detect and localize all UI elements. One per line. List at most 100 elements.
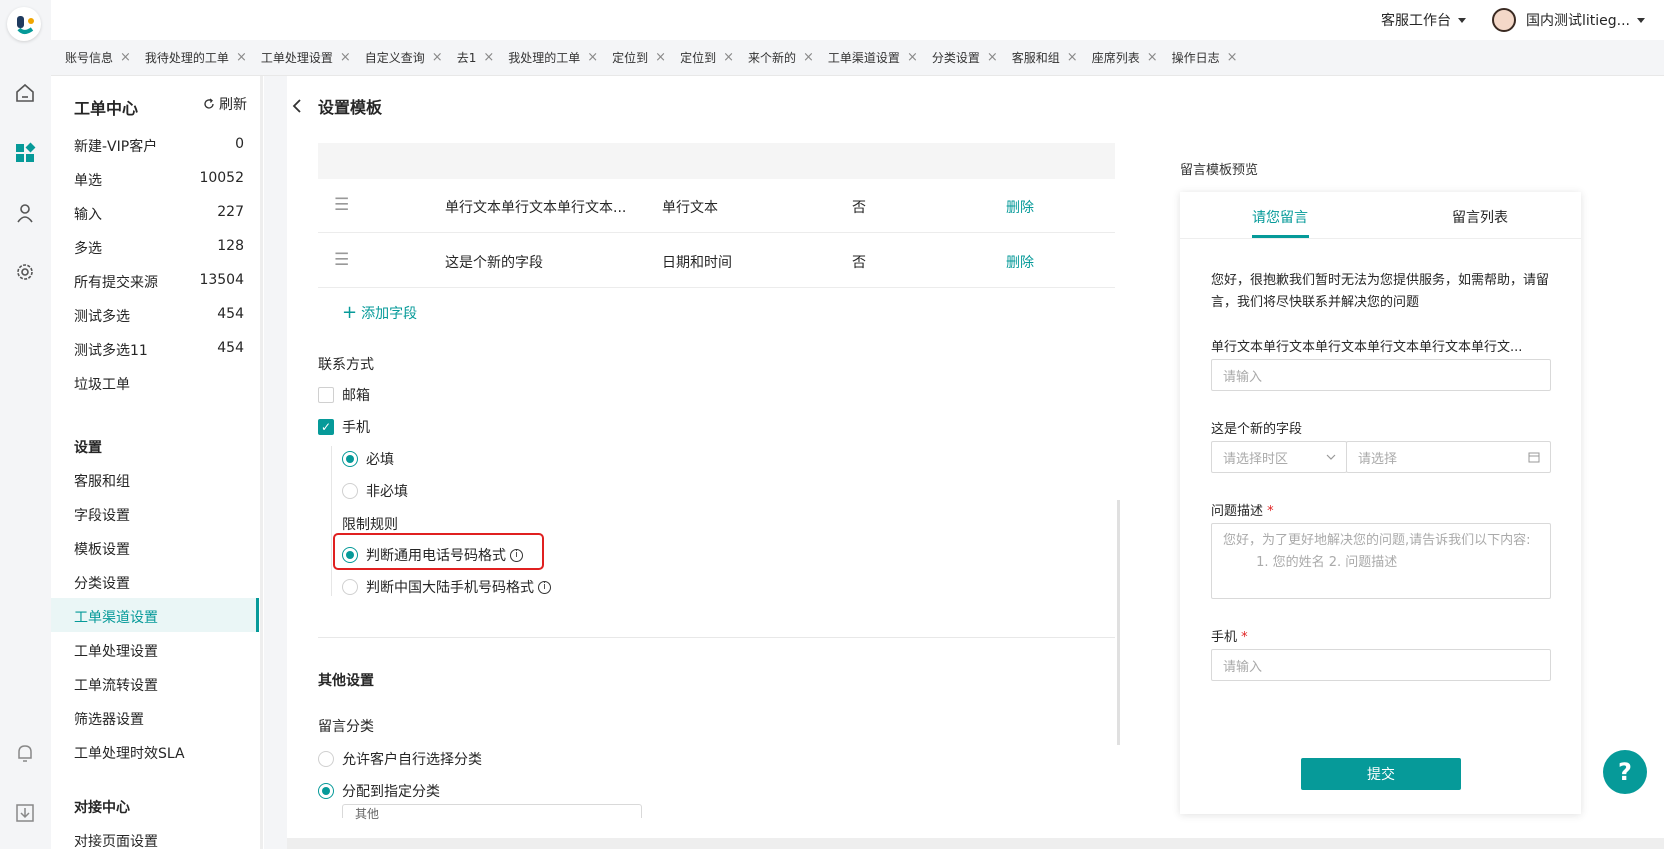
tab-item[interactable]: 去1 × bbox=[457, 49, 495, 66]
category-select[interactable]: 其他 bbox=[342, 804, 642, 821]
tab-message-list[interactable]: 留言列表 bbox=[1452, 207, 1508, 227]
row-divider bbox=[318, 232, 1115, 233]
close-icon[interactable]: × bbox=[483, 50, 494, 65]
close-icon[interactable]: × bbox=[1227, 50, 1238, 65]
preview-field1-input[interactable]: 请输入 bbox=[1211, 359, 1551, 391]
close-icon[interactable]: × bbox=[987, 50, 998, 65]
drag-handle-icon[interactable]: ☰ bbox=[334, 195, 349, 215]
phone-label-text: 手机 bbox=[1211, 630, 1238, 645]
email-checkbox[interactable]: 邮箱 bbox=[318, 385, 370, 405]
home-icon[interactable] bbox=[12, 80, 38, 106]
sidebar-item-count: 454 bbox=[217, 340, 244, 356]
drag-handle-icon[interactable]: ☰ bbox=[334, 250, 349, 270]
tab-item[interactable]: 账号信息 × bbox=[65, 49, 131, 66]
apps-icon[interactable] bbox=[12, 140, 38, 166]
radio-selected[interactable] bbox=[342, 547, 358, 563]
close-icon[interactable]: × bbox=[432, 50, 443, 65]
tab-item[interactable]: 操作日志 × bbox=[1172, 49, 1238, 66]
close-icon[interactable]: × bbox=[907, 50, 918, 65]
sidebar-scrollbar[interactable] bbox=[260, 76, 263, 849]
sidebar-item-processing-settings[interactable]: 工单处理设置 bbox=[74, 641, 244, 661]
tab-label: 定位到 bbox=[612, 51, 649, 65]
sidebar-item-category-settings[interactable]: 分类设置 bbox=[74, 573, 244, 593]
tab-item[interactable]: 分类设置 × bbox=[932, 49, 998, 66]
delete-field-link[interactable]: 删除 bbox=[1006, 197, 1034, 217]
info-icon[interactable]: i bbox=[538, 580, 551, 594]
tab-item[interactable]: 我待处理的工单 × bbox=[145, 49, 247, 66]
tab-item[interactable]: 座席列表 × bbox=[1092, 49, 1158, 66]
logo-icon[interactable] bbox=[7, 7, 41, 41]
close-icon[interactable]: × bbox=[236, 50, 247, 65]
checkbox[interactable] bbox=[318, 387, 334, 403]
close-icon[interactable]: × bbox=[1147, 50, 1158, 65]
sidebar-item-filter-settings[interactable]: 筛选器设置 bbox=[74, 709, 244, 729]
radio[interactable] bbox=[342, 579, 358, 595]
refresh-button[interactable]: 刷新 bbox=[203, 94, 247, 114]
plus-icon: + bbox=[342, 302, 358, 323]
sidebar-item[interactable]: 新建-VIP客户 0 bbox=[74, 136, 244, 156]
phone-required-radio[interactable]: 必填 bbox=[342, 449, 394, 469]
chevron-down-icon bbox=[1458, 17, 1466, 23]
back-arrow-icon[interactable] bbox=[290, 98, 304, 114]
sidebar-item-field-settings[interactable]: 字段设置 bbox=[74, 505, 244, 525]
close-icon[interactable]: × bbox=[1067, 50, 1078, 65]
sidebar-item-customer-service-group[interactable]: 客服和组 bbox=[74, 471, 244, 491]
tab-item[interactable]: 来个新的 × bbox=[748, 49, 814, 66]
tab-item[interactable]: 自定义查询 × bbox=[365, 49, 443, 66]
tab-item[interactable]: 我处理的工单 × bbox=[508, 49, 598, 66]
sidebar-item[interactable]: 测试多选 454 bbox=[74, 306, 244, 326]
sidebar-item-channel-settings[interactable]: 工单渠道设置 bbox=[74, 607, 244, 627]
delete-field-link[interactable]: 删除 bbox=[1006, 252, 1034, 272]
sidebar-item-sla[interactable]: 工单处理时效SLA bbox=[74, 743, 244, 763]
tab-item[interactable]: 定位到 × bbox=[612, 49, 666, 66]
help-chat-button[interactable]: ? bbox=[1603, 750, 1647, 794]
sidebar-item[interactable]: 测试多选11 454 bbox=[74, 340, 244, 360]
add-field-button[interactable]: + 添加字段 bbox=[342, 302, 417, 323]
assign-category-radio[interactable]: 分配到指定分类 bbox=[318, 781, 440, 801]
close-icon[interactable]: × bbox=[587, 50, 598, 65]
sidebar-item[interactable]: 所有提交来源 13504 bbox=[74, 272, 244, 292]
phone-optional-radio[interactable]: 非必填 bbox=[342, 481, 408, 501]
tab-item[interactable]: 工单渠道设置 × bbox=[828, 49, 918, 66]
close-icon[interactable]: × bbox=[340, 50, 351, 65]
rule-china-radio[interactable]: 判断中国大陆手机号码格式 i bbox=[342, 577, 551, 597]
preview-phone-input[interactable]: 请输入 bbox=[1211, 649, 1551, 681]
download-icon[interactable] bbox=[12, 800, 38, 826]
radio[interactable] bbox=[318, 751, 334, 767]
preview-desc-textarea[interactable]: 您好，为了更好地解决您的问题,请告诉我们以下内容: 1. 您的姓名 2. 问题描… bbox=[1211, 523, 1551, 599]
checkbox-checked[interactable]: ✓ bbox=[318, 419, 334, 435]
submit-button[interactable]: 提交 bbox=[1301, 758, 1461, 790]
rule-general-radio[interactable]: 判断通用电话号码格式 i bbox=[342, 545, 523, 565]
close-icon[interactable]: × bbox=[723, 50, 734, 65]
sidebar-item-template-settings[interactable]: 模板设置 bbox=[74, 539, 244, 559]
horizontal-scrollbar[interactable] bbox=[287, 838, 1664, 849]
date-picker[interactable]: 请选择 bbox=[1346, 441, 1551, 473]
user-icon[interactable] bbox=[12, 200, 38, 226]
tab-item[interactable]: 工单处理设置 × bbox=[261, 49, 351, 66]
close-icon[interactable]: × bbox=[803, 50, 814, 65]
allow-customer-choose-radio[interactable]: 允许客户自行选择分类 bbox=[318, 749, 482, 769]
phone-checkbox[interactable]: ✓ 手机 bbox=[318, 417, 370, 437]
close-icon[interactable]: × bbox=[655, 50, 666, 65]
sidebar-item-flow-settings[interactable]: 工单流转设置 bbox=[74, 675, 244, 695]
gear-icon[interactable] bbox=[12, 259, 38, 285]
tab-leave-message[interactable]: 请您留言 bbox=[1252, 207, 1308, 227]
close-icon[interactable]: × bbox=[120, 50, 131, 65]
radio[interactable] bbox=[342, 483, 358, 499]
sidebar-item[interactable]: 多选 128 bbox=[74, 238, 244, 258]
tab-item[interactable]: 定位到 × bbox=[680, 49, 734, 66]
sidebar-item[interactable]: 输入 227 bbox=[74, 204, 244, 224]
workspace-switcher[interactable]: 客服工作台 bbox=[1381, 0, 1466, 40]
sidebar-item[interactable]: 垃圾工单 bbox=[74, 374, 244, 394]
radio-selected[interactable] bbox=[342, 451, 358, 467]
sidebar-item-integration-page[interactable]: 对接页面设置 bbox=[74, 831, 244, 849]
radio-selected[interactable] bbox=[318, 783, 334, 799]
info-icon[interactable]: i bbox=[510, 548, 523, 562]
field-required: 否 bbox=[852, 200, 866, 216]
bell-icon[interactable] bbox=[12, 740, 38, 766]
form-scrollbar[interactable] bbox=[1117, 500, 1120, 745]
tab-item[interactable]: 客服和组 × bbox=[1012, 49, 1078, 66]
timezone-select[interactable]: 请选择时区 bbox=[1211, 441, 1347, 473]
sidebar-item[interactable]: 单选 10052 bbox=[74, 170, 244, 190]
user-menu[interactable]: 国内测试litieg... bbox=[1492, 0, 1646, 40]
